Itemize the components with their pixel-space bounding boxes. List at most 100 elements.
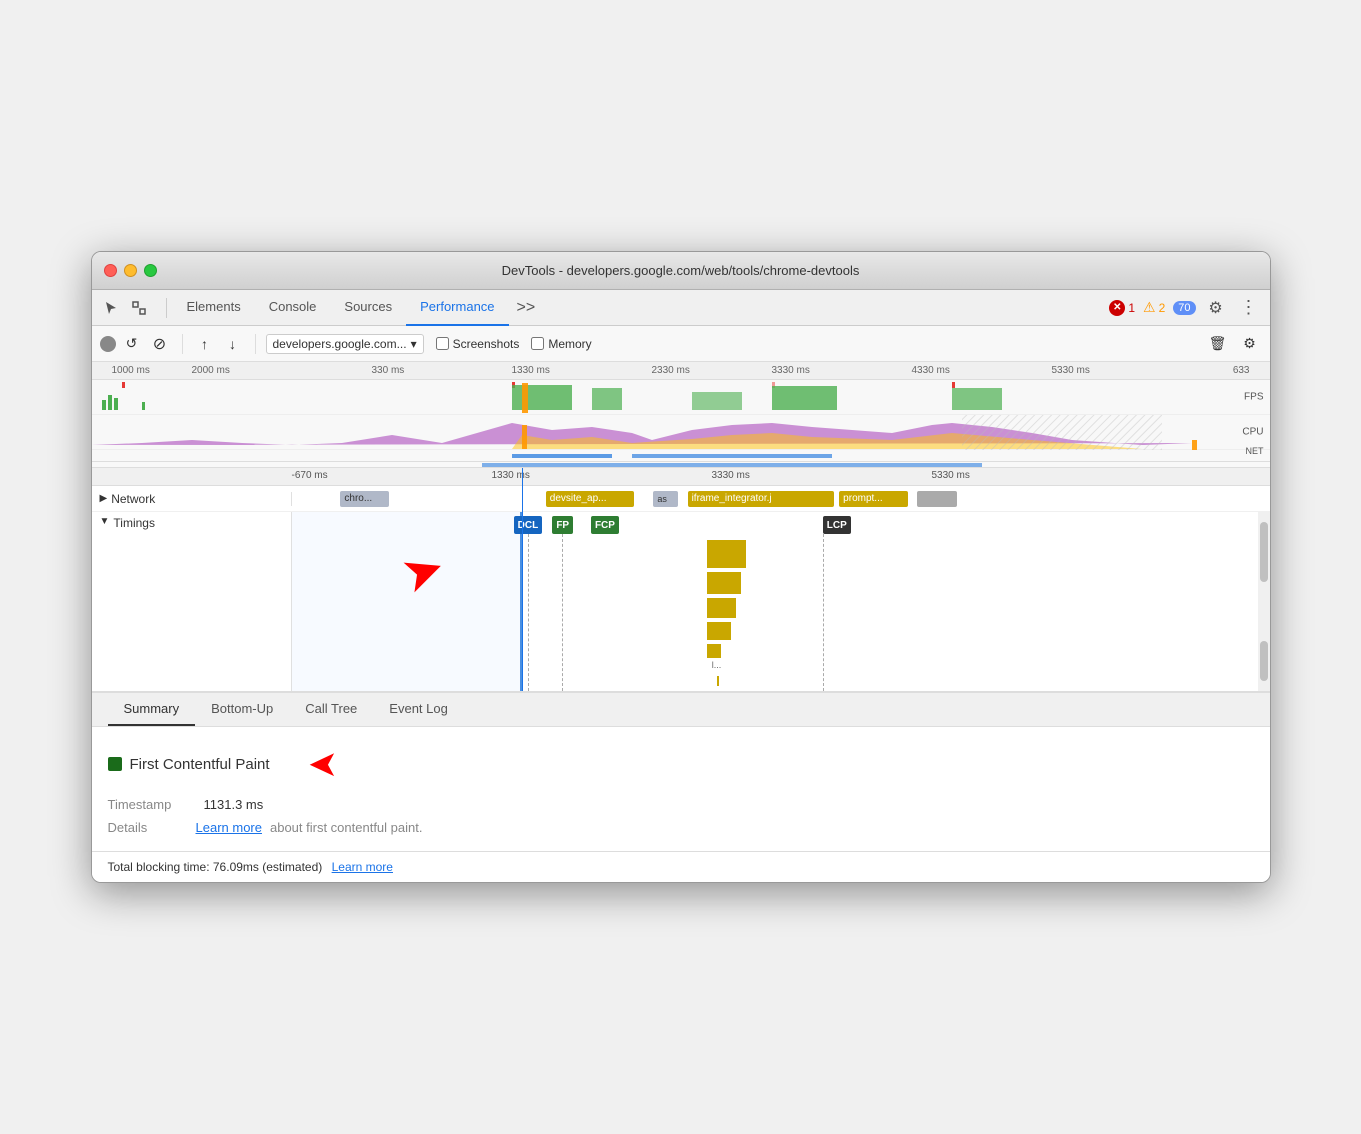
network-bar-1[interactable]: chro...: [340, 491, 389, 507]
bottom-panel: Summary Bottom-Up Call Tree Event Log Fi…: [92, 693, 1270, 851]
timings-content: ➤ DCL FP FCP LCP l...: [292, 512, 1258, 691]
lcp-bar-3: [707, 598, 736, 618]
summary-title: First Contentful Paint ➤: [108, 743, 1254, 785]
tabbar: Elements Console Sources Performance >> …: [92, 290, 1270, 326]
lcp-bar-5: [707, 644, 721, 658]
scrollbar-thumb[interactable]: [1260, 522, 1268, 582]
timings-row: ▼ Timings ➤ DCL FP FCP LCP: [92, 512, 1270, 692]
error-badge[interactable]: ✕ 1: [1109, 300, 1135, 316]
scrollbar-track[interactable]: [1258, 512, 1270, 691]
fp-line: [562, 534, 563, 691]
timestamp-row: Timestamp 1131.3 ms: [108, 797, 1254, 812]
inspect-icon[interactable]: [128, 297, 150, 319]
clear-button[interactable]: ⊘: [148, 332, 172, 356]
fp-marker[interactable]: FP: [552, 516, 573, 534]
tab-summary[interactable]: Summary: [108, 693, 196, 726]
toolbar-divider-2: [255, 334, 256, 354]
maximize-button[interactable]: [144, 264, 157, 277]
network-bar-6[interactable]: [917, 491, 956, 507]
download-button[interactable]: ↓: [221, 332, 245, 356]
window-title: DevTools - developers.google.com/web/too…: [502, 263, 860, 278]
lcp-bar-2: [707, 572, 741, 594]
warning-badge[interactable]: ⚠ 2: [1143, 299, 1165, 316]
network-label[interactable]: ▶ Network: [92, 492, 292, 506]
reload-button[interactable]: ↺: [120, 332, 144, 356]
tab-sources[interactable]: Sources: [330, 290, 406, 326]
footer-learn-more-link[interactable]: Learn more: [332, 860, 393, 874]
tab-performance[interactable]: Performance: [406, 290, 508, 326]
dcl-line: [528, 534, 529, 691]
toolbar: ↺ ⊘ ↑ ↓ developers.google.com... ▾ Scree…: [92, 326, 1270, 362]
fps-chart: FPS: [92, 380, 1270, 415]
lcp-marker[interactable]: LCP: [823, 516, 851, 534]
tab-event-log[interactable]: Event Log: [373, 693, 464, 726]
url-dropdown-icon: ▾: [411, 337, 417, 351]
tab-divider: [166, 298, 167, 318]
memory-checkbox-group: Memory: [531, 337, 591, 351]
cpu-chart: CPU: [92, 415, 1270, 450]
flame-area: -670 ms 1330 ms 3330 ms 5330 ms ▶ Networ…: [92, 468, 1270, 693]
net-chart: NET: [92, 450, 1270, 462]
selection-overlay-left: [292, 512, 522, 691]
screenshots-checkbox-group: Screenshots: [436, 337, 520, 351]
lcp-line-right: [823, 534, 824, 691]
error-icon: ✕: [1109, 300, 1125, 316]
traffic-lights: [104, 264, 157, 277]
flame-ruler: -670 ms 1330 ms 3330 ms 5330 ms: [92, 468, 1270, 486]
details-row: Details Learn more about first contentfu…: [108, 820, 1254, 835]
network-bar-3[interactable]: as: [653, 491, 677, 507]
fps-graph: [92, 380, 1270, 415]
fcp-color-box: [108, 757, 122, 771]
network-bar-4[interactable]: iframe_integrator.j: [688, 491, 835, 507]
lcp-bar-1: [707, 540, 746, 568]
red-arrow-summary: ➤: [308, 743, 338, 785]
tab-badges: ✕ 1 ⚠ 2 70 ⚙ ⋮: [1109, 296, 1261, 320]
network-content: chro... devsite_ap... as iframe_integrat…: [292, 486, 1270, 512]
settings-button-2[interactable]: ⚙: [1238, 332, 1262, 356]
timings-label[interactable]: ▼ Timings: [92, 512, 292, 691]
fcp-marker[interactable]: FCP: [591, 516, 619, 534]
scrollbar-thumb-2[interactable]: [1260, 641, 1268, 681]
cpu-graph: [92, 415, 1270, 450]
record-button[interactable]: [100, 336, 116, 352]
screenshots-checkbox[interactable]: [436, 337, 449, 350]
tab-bottom-up[interactable]: Bottom-Up: [195, 693, 289, 726]
network-row: ▶ Network chro... devsite_ap... as ifram…: [92, 486, 1270, 512]
learn-more-link[interactable]: Learn more: [196, 820, 262, 835]
upload-button[interactable]: ↑: [193, 332, 217, 356]
delete-button[interactable]: 🗑: [1206, 332, 1230, 356]
toolbar-divider-1: [182, 334, 183, 354]
lcp-bar-6: [717, 676, 720, 686]
network-bar-5[interactable]: prompt...: [839, 491, 907, 507]
timeline-overview: 1000 ms 2000 ms 330 ms 1330 ms 2330 ms 3…: [92, 362, 1270, 468]
timeline-ruler-top: 1000 ms 2000 ms 330 ms 1330 ms 2330 ms 3…: [92, 362, 1270, 380]
cursor-icon[interactable]: [100, 297, 122, 319]
settings-button[interactable]: ⚙: [1204, 296, 1228, 320]
minimize-button[interactable]: [124, 264, 137, 277]
timeline-selection-bar: [482, 463, 982, 467]
more-tabs-button[interactable]: >>: [509, 299, 544, 317]
tab-icon-group: [100, 297, 150, 319]
close-button[interactable]: [104, 264, 117, 277]
message-icon: 70: [1173, 301, 1195, 315]
url-selector[interactable]: developers.google.com... ▾: [266, 334, 424, 354]
toolbar-right: 🗑 ⚙: [1206, 332, 1262, 356]
titlebar: DevTools - developers.google.com/web/too…: [92, 252, 1270, 290]
message-badge[interactable]: 70: [1173, 301, 1195, 315]
warning-icon: ⚠: [1143, 299, 1156, 316]
more-options-button[interactable]: ⋮: [1236, 297, 1262, 318]
timeline-selection-area[interactable]: [92, 462, 1270, 467]
timeline-cursor: [522, 468, 523, 486]
network-bar-2[interactable]: devsite_ap...: [546, 491, 634, 507]
dcl-marker[interactable]: DCL: [514, 516, 543, 534]
bottom-tabs: Summary Bottom-Up Call Tree Event Log: [92, 693, 1270, 727]
footer-bar: Total blocking time: 76.09ms (estimated)…: [92, 851, 1270, 882]
lcp-bar-4: [707, 622, 731, 640]
memory-checkbox[interactable]: [531, 337, 544, 350]
net-graph: [92, 450, 1270, 462]
summary-content: First Contentful Paint ➤ Timestamp 1131.…: [92, 727, 1270, 851]
tab-elements[interactable]: Elements: [173, 290, 255, 326]
tab-call-tree[interactable]: Call Tree: [289, 693, 373, 726]
devtools-window: DevTools - developers.google.com/web/too…: [91, 251, 1271, 883]
tab-console[interactable]: Console: [255, 290, 331, 326]
